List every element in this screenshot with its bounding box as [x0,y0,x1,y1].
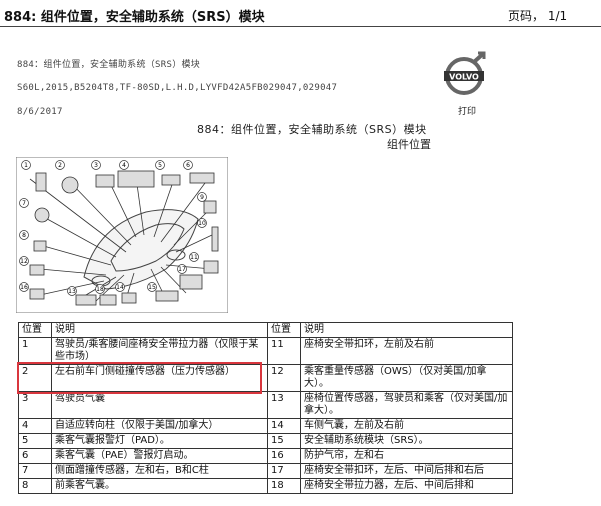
header-divider [0,26,601,27]
table-cell: 14 [267,418,301,434]
svg-text:3: 3 [94,162,98,169]
callout-2: 2 [55,160,65,170]
table-cell: 16 [267,448,301,464]
svg-text:17: 17 [178,266,186,273]
svg-text:16: 16 [20,284,28,291]
table-header-row: 位置 说明 位置 说明 [18,322,513,338]
table-cell: 驾驶员/乘客腰间座椅安全带拉力器（仅限于某些市场） [51,337,268,365]
component-positions-heading: 组件位置 [387,138,431,151]
table-cell: 5 [18,433,52,449]
svg-text:8: 8 [22,232,26,239]
table-cell: 12 [267,364,301,392]
table-cell: 防护气帘，左和右 [300,448,513,464]
callout-18: 18 [95,284,105,294]
callout-3: 3 [91,160,101,170]
table-row: 8 前乘客气囊。 18 座椅安全带拉力器，左后、中间后排和 [18,478,513,494]
table-cell: 18 [267,478,301,494]
table-cell: 安全辅助系统模块（SRS）。 [300,433,513,449]
table-cell: 4 [18,418,52,434]
table-cell: 15 [267,433,301,449]
table-cell: 8 [18,478,52,494]
svg-text:9: 9 [200,194,204,201]
callout-12: 12 [19,256,29,266]
svg-text:1: 1 [24,162,28,169]
table-cell: 1 [18,337,52,365]
svg-text:15: 15 [148,284,156,291]
callout-1: 1 [21,160,31,170]
volvo-logo: VOLVO [444,51,486,95]
callout-8: 8 [19,230,29,240]
col-header-description-2: 说明 [300,322,513,338]
doc-date: 8/6/2017 [17,107,63,117]
table-cell: 乘客气囊报警灯（PAD）。 [51,433,268,449]
table-row: 7 侧面蹭撞传感器，左和右，B和C柱 17 座椅安全带扣环，左后、中间后排和右后 [18,463,513,479]
table-cell: 乘客重量传感器（OWS）（仅对美国/加拿大）。 [300,364,513,392]
callout-9: 9 [197,192,207,202]
col-header-position-2: 位置 [267,322,301,338]
svg-text:13: 13 [68,288,76,295]
table-cell: 座椅位置传感器，驾驶员和乘客（仅对美国/加拿大）。 [300,391,513,419]
svg-text:11: 11 [190,254,198,261]
svg-text:4: 4 [122,162,126,169]
vehicle-info: S60L,2015,B5204T8,TF-80SD,L.H.D,LYVFD42A… [17,83,338,93]
table-row: 4 自适应转向柱（仅限于美国/加拿大） 14 车侧气囊，左前及右前 [18,418,513,434]
doc-subtitle: 884：组件位置，安全辅助系统（SRS）模块 [17,60,201,70]
table-cell: 3 [18,391,52,419]
print-button[interactable]: 打印 [458,104,476,117]
callout-11: 11 [189,252,199,262]
svg-text:2: 2 [58,162,62,169]
table-cell: 6 [18,448,52,464]
table-cell: 侧面蹭撞传感器，左和右，B和C柱 [51,463,268,479]
table-row: 3 驾驶员气囊 13 座椅位置传感器，驾驶员和乘客（仅对美国/加拿大）。 [18,391,513,419]
callout-14: 14 [115,282,125,292]
svg-text:10: 10 [198,220,206,227]
page-number: 页码， 1/1 [508,9,568,23]
table-cell: 7 [18,463,52,479]
table-row: 6 乘客气囊（PAE）警报灯启动。 16 防护气帘，左和右 [18,448,513,464]
callout-5: 5 [155,160,165,170]
table-row: 5 乘客气囊报警灯（PAD）。 15 安全辅助系统模块（SRS）。 [18,433,513,449]
svg-text:5: 5 [158,162,162,169]
callout-13: 13 [67,286,77,296]
callout-16: 16 [19,282,29,292]
callout-6: 6 [183,160,193,170]
component-table: 位置 说明 位置 说明 1 驾驶员/乘客腰间座椅安全带拉力器（仅限于某些市场） 11… [18,322,513,494]
callout-17: 17 [177,264,187,274]
table-cell: 17 [267,463,301,479]
table-cell: 13 [267,391,301,419]
col-header-description: 说明 [51,322,268,338]
logo-text: VOLVO [449,73,479,82]
table-cell: 车侧气囊，左前及右前 [300,418,513,434]
table-cell: 自适应转向柱（仅限于美国/加拿大） [51,418,268,434]
svg-text:12: 12 [20,258,28,265]
callout-4: 4 [119,160,129,170]
svg-text:6: 6 [186,162,190,169]
document-title: 884: 组件位置，安全辅助系统（SRS）模块 [4,10,265,25]
component-location-diagram: 1 2 3 4 5 6 7 8 9 10 11 12 13 14 15 16 1… [16,157,228,313]
callout-7: 7 [19,198,29,208]
table-cell: 前乘客气囊。 [51,478,268,494]
highlight-box [17,362,262,394]
svg-text:18: 18 [96,286,104,293]
table-cell: 座椅安全带拉力器，左后、中间后排和 [300,478,513,494]
svg-text:7: 7 [22,200,26,207]
callout-15: 15 [147,282,157,292]
table-cell: 驾驶员气囊 [51,391,268,419]
section-title: 884：组件位置，安全辅助系统（SRS）模块 [197,123,427,136]
col-header-position: 位置 [18,322,52,338]
table-cell: 座椅安全带扣环，左前及右前 [300,337,513,365]
table-cell: 乘客气囊（PAE）警报灯启动。 [51,448,268,464]
table-row: 1 驾驶员/乘客腰间座椅安全带拉力器（仅限于某些市场） 11 座椅安全带扣环，左前及右… [18,337,513,365]
table-cell: 座椅安全带扣环，左后、中间后排和右后 [300,463,513,479]
callout-10: 10 [197,218,207,228]
svg-text:14: 14 [116,284,124,291]
table-cell: 11 [267,337,301,365]
